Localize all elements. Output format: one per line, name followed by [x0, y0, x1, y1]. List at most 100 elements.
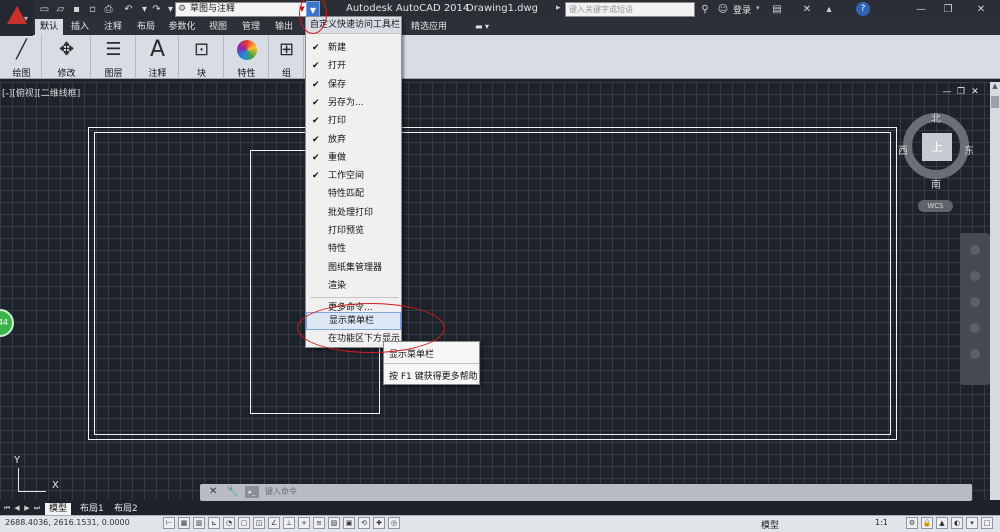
connect-icon[interactable]: ▴ — [822, 2, 836, 17]
menu-item[interactable]: ✔ 保存 — [306, 76, 401, 94]
snap-icon[interactable]: ▦ — [178, 517, 190, 529]
otrack-icon[interactable]: ∠ — [268, 517, 280, 529]
panel-group[interactable]: ⊞ 组 — [270, 35, 304, 79]
chevron-down-icon[interactable]: ▾ — [756, 4, 760, 12]
dyn-icon[interactable]: + — [298, 517, 310, 529]
new-file-icon[interactable]: ▭ — [38, 3, 51, 16]
tab-insert[interactable]: 插入 — [68, 19, 92, 35]
redo-icon[interactable]: ↷ — [150, 3, 163, 16]
hardware-acceleration-icon[interactable]: ▲ — [936, 517, 948, 529]
viewcube-south[interactable]: 南 — [931, 176, 941, 191]
tab-layout[interactable]: 布局 — [134, 19, 158, 35]
lineweight-icon[interactable]: ≡ — [313, 517, 325, 529]
orbit-icon[interactable] — [970, 323, 980, 333]
panel-layers[interactable]: ☰ 图层 — [92, 35, 136, 79]
wrench-icon[interactable]: 🔧 — [226, 486, 238, 497]
save-icon[interactable]: ▪ — [70, 3, 83, 16]
ducs-icon[interactable]: ⟂ — [283, 517, 295, 529]
help-button[interactable]: ? — [856, 2, 870, 16]
grid-icon[interactable]: ▥ — [193, 517, 205, 529]
menu-item[interactable]: 打印预览 — [306, 222, 401, 240]
first-layout-icon[interactable]: ⏮ — [3, 504, 11, 513]
restore-icon[interactable]: ❐ — [937, 2, 959, 17]
annotation-scale[interactable]: 1:1 — [875, 518, 888, 527]
tab-featured-apps[interactable]: 精选应用 — [408, 19, 450, 35]
menu-item[interactable]: 特性 — [306, 240, 401, 258]
viewcube-top-face[interactable]: 上 — [922, 133, 952, 161]
viewcube-east[interactable]: 东 — [964, 142, 974, 157]
viewcube-north[interactable]: 北 — [931, 110, 941, 125]
login-button[interactable]: 登录 — [733, 3, 751, 16]
tab-parametric[interactable]: 参数化 — [165, 19, 199, 35]
next-layout-icon[interactable]: ▶ — [23, 504, 31, 513]
viewport-minimize-icon[interactable]: — — [942, 87, 952, 97]
tab-layout1[interactable]: 布局1 — [76, 503, 108, 515]
model-space-toggle[interactable]: 模型 — [761, 518, 779, 531]
viewcube-west[interactable]: 西 — [898, 142, 908, 157]
prev-layout-icon[interactable]: ◀ — [13, 504, 21, 513]
command-input[interactable]: 键入命令 — [265, 486, 297, 497]
panel-properties[interactable]: 特性 — [225, 35, 269, 79]
vertical-scrollbar[interactable] — [990, 82, 1000, 500]
transparency-icon[interactable]: ▧ — [328, 517, 340, 529]
wcs-menu[interactable]: WCS — [918, 200, 953, 212]
user-icon[interactable]: ☺ — [716, 2, 730, 17]
navigation-bar[interactable] — [960, 233, 990, 385]
panel-block[interactable]: ⊡ 块 — [180, 35, 224, 79]
exchange-icon[interactable]: ✕ — [800, 2, 814, 17]
tab-layout2[interactable]: 布局2 — [110, 503, 142, 515]
scrollbar-thumb[interactable] — [991, 96, 999, 108]
undo-icon[interactable]: ↶ — [122, 3, 135, 16]
search-expand-icon[interactable]: ▸ — [556, 3, 561, 13]
command-prompt-icon[interactable]: ▸_ — [245, 486, 259, 498]
isolate-objects-icon[interactable]: ◐ — [951, 517, 963, 529]
panel-annotation[interactable]: A 注释 — [137, 35, 179, 79]
minimize-icon[interactable]: — — [910, 2, 932, 17]
ribbon-minimize-icon[interactable]: ▬ ▾ — [470, 19, 494, 35]
annotation-visibility-icon[interactable]: ◎ — [388, 517, 400, 529]
3d-osnap-icon[interactable]: ◫ — [253, 517, 265, 529]
menu-item[interactable]: ✔ 打开 — [306, 57, 401, 75]
menu-item[interactable]: 渲染 — [306, 277, 401, 295]
menu-item[interactable]: 特性匹配 — [306, 185, 401, 203]
viewport-restore-icon[interactable]: ❐ — [956, 87, 966, 97]
polar-icon[interactable]: ◔ — [223, 517, 235, 529]
tab-home[interactable]: 默认 — [35, 19, 63, 35]
workspace-switch-icon[interactable]: ⚙ — [906, 517, 918, 529]
viewport-controls-label[interactable]: [-][俯视][二维线框] — [2, 86, 80, 99]
tab-view[interactable]: 视图 — [206, 19, 230, 35]
ortho-icon[interactable]: ⊾ — [208, 517, 220, 529]
viewport-close-icon[interactable]: ✕ — [970, 87, 980, 97]
application-menu-button[interactable]: ▾ — [0, 0, 33, 36]
panel-modify[interactable]: ✥ 修改 — [43, 35, 91, 79]
quick-properties-icon[interactable]: ▣ — [343, 517, 355, 529]
print-icon[interactable]: ⎙ — [102, 3, 115, 16]
annotation-monitor-icon[interactable]: ✚ — [373, 517, 385, 529]
zoom-icon[interactable] — [970, 297, 980, 307]
menu-item[interactable]: 批处理打印 — [306, 204, 401, 222]
menu-item[interactable]: ✔ 重做 — [306, 149, 401, 167]
infer-constraints-icon[interactable]: ⊢ — [163, 517, 175, 529]
open-folder-icon[interactable]: ▱ — [54, 3, 67, 16]
panel-draw[interactable]: ╱ 绘图 — [2, 35, 42, 79]
tab-output[interactable]: 输出 — [272, 19, 296, 35]
osnap-icon[interactable]: ▢ — [238, 517, 250, 529]
pan-icon[interactable] — [970, 271, 980, 281]
clean-screen-icon[interactable]: □ — [981, 517, 993, 529]
menu-item[interactable]: ✔ 工作空间 — [306, 167, 401, 185]
tab-model[interactable]: 模型 — [45, 503, 72, 515]
cart-icon[interactable]: ▤ — [770, 2, 784, 17]
search-input[interactable]: 键入关键字或短语 — [565, 2, 695, 17]
tab-annotate[interactable]: 注释 — [101, 19, 125, 35]
last-layout-icon[interactable]: ⏭ — [33, 504, 41, 513]
workspace-select[interactable]: ⚙ 草图与注释 — [175, 2, 307, 17]
lock-icon[interactable]: 🔒 — [921, 517, 933, 529]
menu-item[interactable]: ✔ 放弃 — [306, 131, 401, 149]
showmotion-icon[interactable] — [970, 349, 980, 359]
menu-item[interactable]: ✔ 另存为... — [306, 94, 401, 112]
save-as-icon[interactable]: ▫ — [86, 3, 99, 16]
selection-cycling-icon[interactable]: ⟲ — [358, 517, 370, 529]
close-icon[interactable]: ✕ — [970, 2, 992, 17]
binoculars-icon[interactable]: ⚲ — [698, 2, 712, 17]
menu-item[interactable]: ✔ 打印 — [306, 112, 401, 130]
